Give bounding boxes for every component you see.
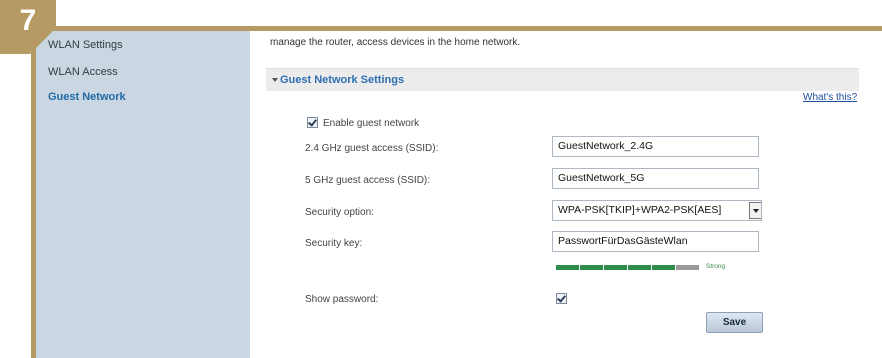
main-panel: manage the router, access devices in the… (250, 31, 882, 358)
section-title: Guest Network Settings (280, 74, 405, 86)
enable-guest-network-checkbox[interactable] (307, 117, 318, 128)
step-number: 7 (19, 4, 37, 37)
show-password-label: Show password: (305, 294, 379, 305)
strength-segment (604, 265, 627, 270)
ssid-24-input[interactable]: GuestNetwork_2.4G (552, 136, 759, 157)
strength-segment (556, 265, 579, 270)
show-password-checkbox[interactable] (556, 293, 567, 304)
collapse-arrow-icon[interactable] (272, 78, 278, 82)
enable-guest-network-label: Enable guest network (323, 118, 420, 129)
security-option-label: Security option: (305, 207, 374, 218)
security-option-value: WPA-PSK[TKIP]+WPA2-PSK[AES] (558, 204, 722, 216)
section-header[interactable]: Guest Network Settings (266, 68, 859, 91)
security-key-label: Security key: (305, 238, 363, 249)
security-key-input[interactable]: PasswortFürDasGästeWlan (552, 231, 759, 252)
save-button[interactable]: Save (706, 312, 763, 333)
security-option-select[interactable]: WPA-PSK[TKIP]+WPA2-PSK[AES] (552, 200, 762, 221)
strength-segment (676, 265, 699, 270)
sidebar-item-guest-network[interactable]: Guest Network (48, 91, 126, 103)
strength-segment (652, 265, 675, 270)
step-badge: 7 (0, 0, 56, 54)
strength-segment (628, 265, 651, 270)
sidebar: WLAN Settings WLAN Access Guest Network (36, 31, 250, 358)
sidebar-item-wlan-settings[interactable]: WLAN Settings (48, 39, 123, 51)
ssid-5-label: 5 GHz guest access (SSID): (305, 175, 431, 186)
strength-label: Strong (706, 263, 726, 270)
password-strength-meter (556, 265, 700, 270)
ssid-24-label: 2.4 GHz guest access (SSID): (305, 143, 439, 154)
intro-text: manage the router, access devices in the… (270, 37, 521, 48)
strength-segment (580, 265, 603, 270)
whats-this-link[interactable]: What's this? (803, 92, 857, 103)
chevron-down-icon[interactable] (749, 202, 761, 219)
ssid-5-input[interactable]: GuestNetwork_5G (552, 168, 759, 189)
sidebar-item-wlan-access[interactable]: WLAN Access (48, 66, 118, 78)
